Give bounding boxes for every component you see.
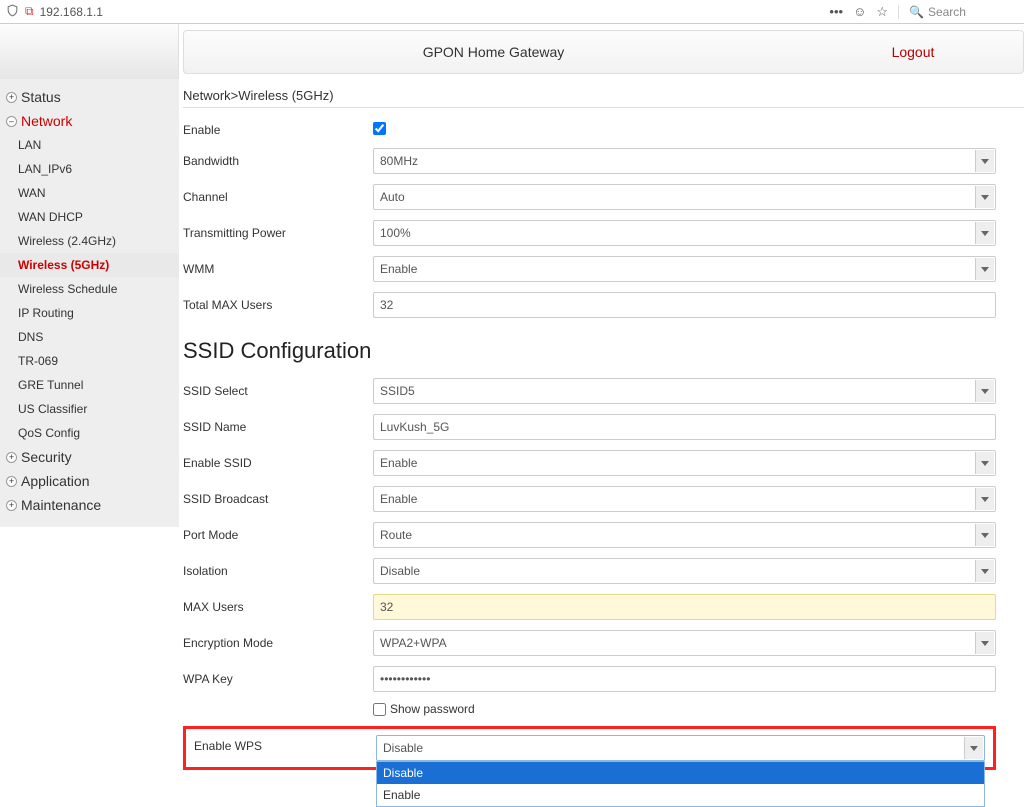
isolation-label: Isolation (183, 564, 373, 578)
wps-select[interactable]: Disable (376, 735, 985, 761)
isolation-select[interactable]: Disable (373, 558, 996, 584)
nav-network-label: Network (21, 113, 72, 129)
nav-maintenance-label: Maintenance (21, 497, 101, 513)
max-users-label: MAX Users (183, 600, 373, 614)
nav-item-wan-dhcp[interactable]: WAN DHCP (0, 205, 179, 229)
nav-item-gre-tunnel[interactable]: GRE Tunnel (0, 373, 179, 397)
wps-label: Enable WPS (194, 735, 376, 753)
browser-address-bar: ⧉ 192.168.1.1 ••• ☺ ☆ 🔍 Search (0, 0, 1024, 24)
nav-item-wan[interactable]: WAN (0, 181, 179, 205)
page-title: GPON Home Gateway (184, 44, 803, 60)
expand-icon: + (6, 476, 17, 487)
nav-maintenance[interactable]: + Maintenance (0, 493, 179, 517)
total-max-input[interactable] (373, 292, 996, 318)
shield-icon (6, 4, 19, 20)
nav-item-wireless-5ghz-[interactable]: Wireless (5GHz) (0, 253, 179, 277)
ssid-name-label: SSID Name (183, 420, 373, 434)
enable-label: Enable (183, 123, 373, 137)
ssid-name-input[interactable] (373, 414, 996, 440)
broadcast-select[interactable]: Enable (373, 486, 996, 512)
reader-icon[interactable]: ☺ (853, 4, 866, 19)
max-users-input[interactable] (373, 594, 996, 620)
enable-ssid-select[interactable]: Enable (373, 450, 996, 476)
wpa-key-input[interactable] (373, 666, 996, 692)
nav-status-label: Status (21, 89, 61, 105)
show-password-label: Show password (390, 702, 475, 716)
logout-link[interactable]: Logout (803, 44, 1023, 60)
nav-item-ip-routing[interactable]: IP Routing (0, 301, 179, 325)
bandwidth-select[interactable]: 80MHz (373, 148, 996, 174)
broadcast-label: SSID Broadcast (183, 492, 373, 506)
nav-item-wireless-2-4ghz-[interactable]: Wireless (2.4GHz) (0, 229, 179, 253)
channel-label: Channel (183, 190, 373, 204)
ssid-select-label: SSID Select (183, 384, 373, 398)
nav-security-label: Security (21, 449, 72, 465)
port-mode-select[interactable]: Route (373, 522, 996, 548)
channel-select[interactable]: Auto (373, 184, 996, 210)
nav-item-lan[interactable]: LAN (0, 133, 179, 157)
expand-icon: + (6, 452, 17, 463)
wmm-select[interactable]: Enable (373, 256, 996, 282)
bandwidth-label: Bandwidth (183, 154, 373, 168)
nav-item-dns[interactable]: DNS (0, 325, 179, 349)
total-max-label: Total MAX Users (183, 298, 373, 312)
nav-security[interactable]: + Security (0, 445, 179, 469)
insecure-icon: ⧉ (25, 4, 34, 19)
nav-application[interactable]: + Application (0, 469, 179, 493)
nav-item-lan-ipv6[interactable]: LAN_IPv6 (0, 157, 179, 181)
tx-power-label: Transmitting Power (183, 226, 373, 240)
enable-ssid-label: Enable SSID (183, 456, 373, 470)
nav-network[interactable]: – Network (0, 109, 179, 133)
wps-option-enable[interactable]: Enable (377, 784, 984, 806)
wps-option-disable[interactable]: Disable (377, 762, 984, 784)
nav-item-qos-config[interactable]: QoS Config (0, 421, 179, 445)
expand-icon: + (6, 500, 17, 511)
tx-power-select[interactable]: 100% (373, 220, 996, 246)
nav-item-us-classifier[interactable]: US Classifier (0, 397, 179, 421)
browser-search[interactable]: 🔍 Search (898, 5, 1018, 19)
port-mode-label: Port Mode (183, 528, 373, 542)
star-icon[interactable]: ☆ (876, 4, 888, 20)
nav-item-wireless-schedule[interactable]: Wireless Schedule (0, 277, 179, 301)
sidebar: + Status – Network LANLAN_IPv6WANWAN DHC… (0, 79, 179, 527)
wps-dropdown-list: Disable Enable (376, 761, 985, 807)
encryption-select[interactable]: WPA2+WPA (373, 630, 996, 656)
page-header: GPON Home Gateway Logout (183, 30, 1024, 74)
url-text: 192.168.1.1 (40, 5, 103, 19)
breadcrumb: Network>Wireless (5GHz) (183, 86, 1024, 108)
search-placeholder: Search (928, 5, 966, 19)
more-icon[interactable]: ••• (829, 4, 843, 19)
nav-application-label: Application (21, 473, 90, 489)
wpa-key-label: WPA Key (183, 672, 373, 686)
ssid-section-title: SSID Configuration (183, 338, 996, 364)
brand-banner (0, 24, 179, 79)
enable-wps-highlight: Enable WPS Disable Disable Enable (183, 726, 996, 770)
collapse-icon: – (6, 116, 17, 127)
enable-checkbox[interactable] (373, 122, 386, 135)
nav-status[interactable]: + Status (0, 85, 179, 109)
ssid-select[interactable]: SSID5 (373, 378, 996, 404)
wmm-label: WMM (183, 262, 373, 276)
nav-item-tr-069[interactable]: TR-069 (0, 349, 179, 373)
show-password-checkbox[interactable] (373, 703, 386, 716)
expand-icon: + (6, 92, 17, 103)
search-icon: 🔍 (909, 5, 924, 19)
encryption-label: Encryption Mode (183, 636, 373, 650)
